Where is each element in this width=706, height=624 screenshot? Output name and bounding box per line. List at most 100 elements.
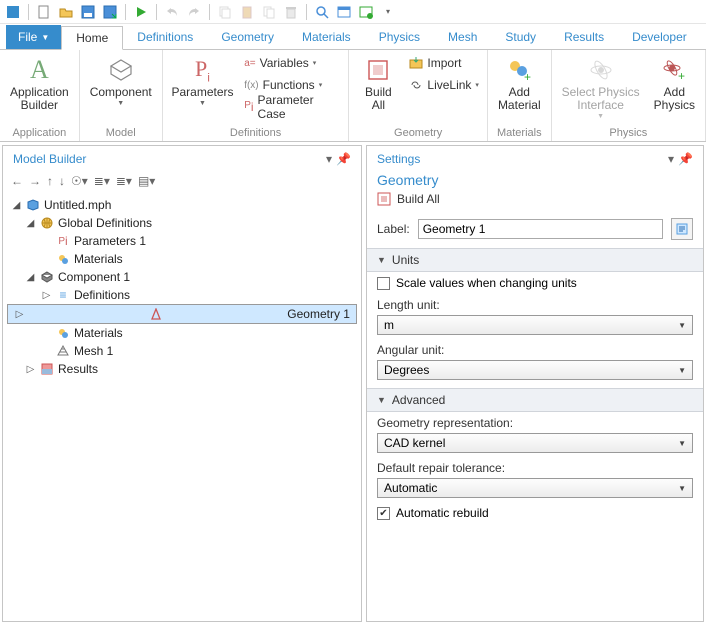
section-units-header[interactable]: ▼ Units	[367, 248, 703, 272]
angular-unit-value: Degrees	[384, 363, 429, 377]
save-as-icon[interactable]	[101, 3, 119, 21]
angular-unit-select[interactable]: Degrees ▼	[377, 360, 693, 380]
settings-title: Settings	[377, 152, 420, 166]
settings-subtitle: Geometry	[367, 172, 703, 192]
group-application-label: Application	[4, 125, 75, 141]
label-input[interactable]	[418, 219, 663, 239]
pin-icon[interactable]: 📌	[336, 152, 351, 166]
variables-button[interactable]: a= Variables ▾	[240, 52, 344, 74]
open-icon[interactable]	[57, 3, 75, 21]
group-definitions-label: Definitions	[167, 125, 345, 141]
chevron-down-icon: ▼	[377, 395, 386, 405]
tree-comp-materials[interactable]: Materials	[7, 324, 357, 342]
svg-text:+: +	[524, 70, 531, 83]
goto-node-button[interactable]	[671, 218, 693, 240]
run-icon[interactable]	[132, 3, 150, 21]
letter-a-icon: A	[30, 55, 49, 85]
tree-global-definitions[interactable]: ◢Global Definitions	[7, 214, 357, 232]
build-all-icon	[365, 57, 391, 83]
search-icon[interactable]	[313, 3, 331, 21]
redo-icon[interactable]	[185, 3, 203, 21]
tab-physics[interactable]: Physics	[365, 25, 434, 49]
forward-icon[interactable]: →	[29, 174, 41, 188]
tab-mesh[interactable]: Mesh	[434, 25, 491, 49]
group-materials-label: Materials	[492, 125, 547, 141]
expand-icon[interactable]: ≣▾	[116, 174, 132, 188]
new-icon[interactable]	[35, 3, 53, 21]
automatic-rebuild-checkbox-row[interactable]: ✔ Automatic rebuild	[367, 502, 703, 524]
chevron-down-icon: ▼	[377, 255, 386, 265]
chevron-down-icon: ▼	[678, 439, 686, 448]
group-physics-label: Physics	[556, 125, 701, 141]
tab-definitions[interactable]: Definitions	[123, 25, 207, 49]
ribbon-tab-row: File ▼ Home Definitions Geometry Materia…	[0, 24, 706, 50]
livelink-button[interactable]: LiveLink ▾	[405, 74, 483, 96]
parameter-case-button[interactable]: Pi Parameter Case	[240, 96, 344, 118]
tab-study[interactable]: Study	[491, 25, 550, 49]
tab-geometry[interactable]: Geometry	[207, 25, 288, 49]
tree-mesh-1[interactable]: Mesh 1	[7, 342, 357, 360]
collapse-icon[interactable]: ≣▾	[94, 174, 110, 188]
parameters-button[interactable]: Pi Parameters ▼	[167, 52, 238, 109]
checkbox-unchecked-icon[interactable]	[377, 277, 390, 290]
chevron-down-icon: ▾	[319, 81, 323, 89]
scale-values-checkbox-row[interactable]: Scale values when changing units	[367, 272, 703, 294]
pi-small-icon: Pi	[244, 100, 253, 114]
save-icon[interactable]	[79, 3, 97, 21]
back-icon[interactable]: ←	[11, 174, 23, 188]
length-unit-select[interactable]: m ▼	[377, 315, 693, 335]
add-material-button[interactable]: + Add Material	[492, 52, 547, 114]
component-icon	[107, 56, 135, 84]
chevron-down-icon: ▼	[678, 366, 686, 375]
add-physics-button[interactable]: + Add Physics	[648, 52, 701, 114]
chevron-down-icon: ▼	[41, 33, 49, 42]
tab-results[interactable]: Results	[550, 25, 618, 49]
tab-home[interactable]: Home	[61, 26, 123, 50]
automatic-rebuild-label: Automatic rebuild	[396, 506, 489, 520]
paste-icon[interactable]	[238, 3, 256, 21]
filter-icon[interactable]: ▤▾	[138, 174, 155, 188]
chevron-down-icon: ▼	[597, 113, 604, 120]
reset-layout-icon[interactable]	[357, 3, 375, 21]
checkbox-checked-icon[interactable]: ✔	[377, 507, 390, 520]
import-button[interactable]: Import	[405, 52, 483, 74]
build-all-button[interactable]: Build All	[353, 52, 403, 114]
file-menu-button[interactable]: File ▼	[6, 25, 61, 49]
tree-root[interactable]: ◢Untitled.mph	[7, 196, 357, 214]
physics-icon	[589, 58, 613, 82]
geometry-representation-select[interactable]: CAD kernel ▼	[377, 433, 693, 453]
copy-icon[interactable]	[216, 3, 234, 21]
duplicate-icon[interactable]	[260, 3, 278, 21]
tree-global-materials[interactable]: Materials	[7, 250, 357, 268]
show-icon[interactable]: ☉▾	[71, 174, 88, 188]
qat-dropdown-icon[interactable]: ▾	[379, 3, 397, 21]
mesh-icon	[56, 344, 70, 358]
svg-text:+: +	[678, 69, 685, 82]
livelink-icon	[409, 79, 423, 91]
tree-results[interactable]: ▷Results	[7, 360, 357, 378]
tree-definitions[interactable]: ▷≡Definitions	[7, 286, 357, 304]
tab-developer[interactable]: Developer	[618, 25, 701, 49]
tree-geometry-1[interactable]: ▷Geometry 1	[7, 304, 357, 324]
up-icon[interactable]: ↑	[47, 174, 53, 188]
tab-materials[interactable]: Materials	[288, 25, 365, 49]
panel-menu-icon[interactable]: ▾	[668, 152, 674, 166]
build-all-text[interactable]: Build All	[397, 192, 440, 206]
application-builder-button[interactable]: A Application Builder	[4, 52, 75, 114]
down-icon[interactable]: ↓	[59, 174, 65, 188]
tree-parameters-1[interactable]: PiParameters 1	[7, 232, 357, 250]
angular-unit-label: Angular unit:	[377, 343, 693, 357]
tree-component-1[interactable]: ◢Component 1	[7, 268, 357, 286]
pin-icon[interactable]: 📌	[678, 152, 693, 166]
select-physics-button[interactable]: Select Physics Interface ▼	[556, 52, 646, 122]
panel-menu-icon[interactable]: ▾	[326, 152, 332, 166]
component-button[interactable]: Component ▼	[84, 52, 158, 109]
delete-icon[interactable]	[282, 3, 300, 21]
add-physics-label: Add Physics	[654, 86, 695, 112]
default-repair-tolerance-select[interactable]: Automatic ▼	[377, 478, 693, 498]
undo-icon[interactable]	[163, 3, 181, 21]
default-repair-tolerance-value: Automatic	[384, 481, 437, 495]
window-icon[interactable]	[335, 3, 353, 21]
build-all-icon[interactable]	[377, 192, 391, 206]
section-advanced-header[interactable]: ▼ Advanced	[367, 388, 703, 412]
